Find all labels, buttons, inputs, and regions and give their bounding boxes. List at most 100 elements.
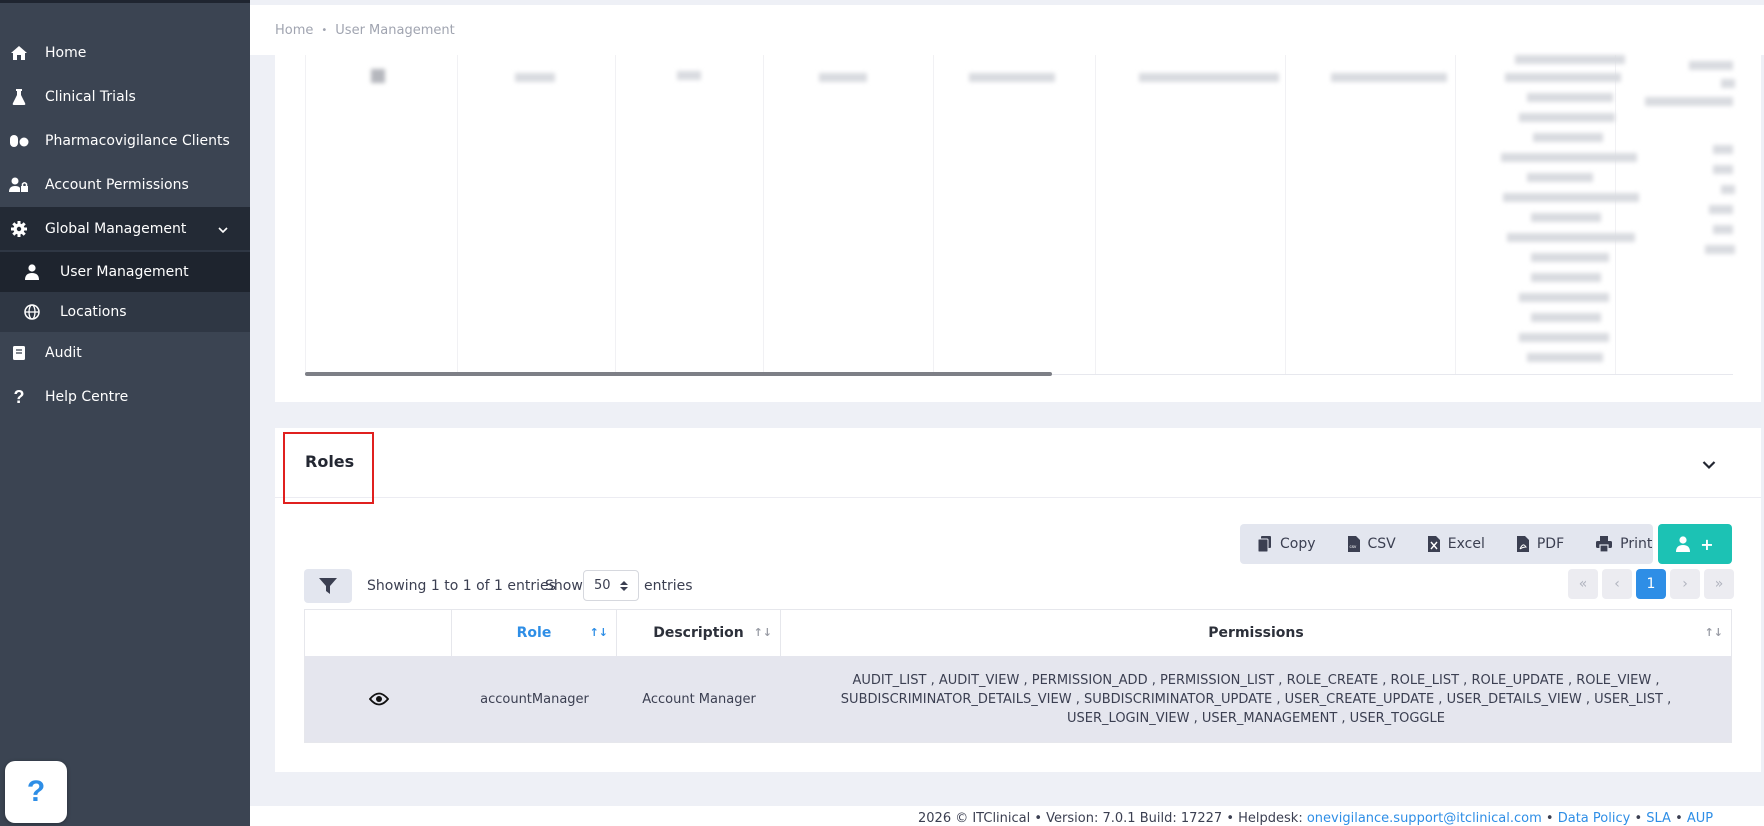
sidebar-item-pharmacovigilance-clients[interactable]: Pharmacovigilance Clients [0,119,250,163]
gear-icon [9,219,29,239]
sidebar-item-home[interactable]: Home [0,31,250,75]
sla-link[interactable]: SLA [1646,811,1671,826]
page-size-select[interactable]: 50 [583,570,639,601]
column-header-label: Role [516,625,552,641]
table-row: accountManager Account Manager AUDIT_LIS… [305,656,1731,742]
sort-icon: ↑↓ [589,626,608,639]
footer-text: 2026 © ITClinical • Version: 7.0.1 Build… [918,811,1713,826]
svg-text:csv: csv [1349,544,1357,549]
blurred-table [305,55,1735,375]
table-info: Showing 1 to 1 of 1 entries [367,578,556,594]
filter-button[interactable] [304,569,352,603]
footer: 2026 © ITClinical • Version: 7.0.1 Build… [250,806,1764,826]
breadcrumb-home[interactable]: Home [275,23,313,38]
sidebar-item-label: Account Permissions [45,177,189,193]
pdf-button[interactable]: PDF [1499,524,1578,564]
roles-card: Roles Copy csv CSV Excel PDF Print + Sho… [275,428,1761,772]
page-size-value: 50 [594,578,611,593]
sidebar-item-label: Global Management [45,221,187,237]
column-header-role[interactable]: Role ↑↓ [452,610,617,656]
role-cell: accountManager [480,691,589,707]
sidebar-item-label: Clinical Trials [45,89,136,105]
description-cell: Account Manager [642,691,756,707]
csv-button[interactable]: csv CSV [1330,524,1410,564]
question-icon: ? [13,386,25,407]
print-icon [1596,536,1613,552]
sort-icon: ↑↓ [1704,626,1723,639]
pdf-label: PDF [1536,536,1565,552]
sort-icon: ↑↓ [753,626,772,639]
sidebar-item-locations[interactable]: Locations [0,292,250,332]
column-header-permissions[interactable]: Permissions ↑↓ [781,610,1731,656]
submenu-global-management: User Management Locations [0,250,250,332]
pagination-prev-icon: ‹ [1614,576,1620,592]
user-icon [1676,536,1691,552]
entries-label: entries [644,578,693,594]
add-label: + [1700,534,1714,554]
sidebar-item-audit[interactable]: Audit [0,331,250,375]
flask-icon [9,87,29,107]
breadcrumb-separator: • [321,24,328,36]
pdf-file-icon [1516,536,1529,552]
chevron-down-icon [218,222,228,238]
copy-label: Copy [1280,536,1316,552]
pagination-page-label: 1 [1646,576,1656,592]
print-button[interactable]: Print [1578,524,1666,564]
export-toolbar: Copy csv CSV Excel PDF Print [1240,524,1653,564]
pagination-first[interactable]: « [1568,569,1598,599]
sidebar-item-label: Home [45,45,87,61]
horizontal-scrollbar[interactable] [305,372,1052,376]
show-label: Show [545,578,583,594]
excel-file-icon [1427,536,1440,552]
print-label: Print [1620,536,1653,552]
excel-button[interactable]: Excel [1410,524,1499,564]
pills-icon [9,131,29,151]
pagination-last-icon: » [1714,576,1724,592]
sidebar-item-help-centre[interactable]: ? Help Centre [0,375,250,419]
helpdesk-email-link[interactable]: onevigilance.support@itclinical.com [1307,811,1542,826]
copy-icon [1258,536,1271,552]
csv-label: CSV [1367,536,1396,552]
users-table-card [275,55,1761,402]
sidebar-topbar [0,0,250,3]
filter-icon [319,578,337,594]
sidebar-item-clinical-trials[interactable]: Clinical Trials [0,75,250,119]
sidebar: Home Clinical Trials Pharmacovigilance C… [0,0,250,826]
column-header-description[interactable]: Description ↑↓ [617,610,781,656]
csv-file-icon: csv [1347,536,1360,552]
aup-link[interactable]: AUP [1687,811,1713,826]
pagination-next[interactable]: › [1670,569,1700,599]
excel-label: Excel [1447,536,1485,552]
sidebar-item-label: User Management [60,264,189,280]
sidebar-item-user-management[interactable]: User Management [0,252,250,292]
footer-separator: • [1634,811,1643,826]
sidebar-item-global-management[interactable]: Global Management [0,207,250,251]
pagination-prev[interactable]: ‹ [1602,569,1632,599]
help-question-icon: ? [26,775,46,808]
help-button[interactable]: ? [5,761,67,823]
footer-separator: • [1675,811,1683,826]
view-action-cell [305,656,452,742]
globe-icon [22,302,42,322]
eye-icon[interactable] [368,692,389,706]
chevron-down-icon[interactable] [1702,455,1716,474]
add-role-button[interactable]: + [1658,524,1732,564]
permissions-cell: AUDIT_LIST , AUDIT_VIEW , PERMISSION_ADD… [840,672,1672,726]
roles-title: Roles [305,452,355,471]
copy-button[interactable]: Copy [1240,524,1330,564]
breadcrumb: Home • User Management [250,5,1764,55]
data-policy-link[interactable]: Data Policy [1558,811,1631,826]
sidebar-item-account-permissions[interactable]: Account Permissions [0,163,250,207]
pagination-last[interactable]: » [1704,569,1734,599]
sidebar-item-label: Audit [45,345,82,361]
roles-table: Role ↑↓ Description ↑↓ Permissions ↑↓ ac… [304,609,1732,743]
user-lock-icon [9,175,29,195]
home-icon [9,43,29,63]
pagination-next-icon: › [1682,576,1688,592]
user-icon [22,262,42,282]
roles-header[interactable]: Roles [275,428,1761,504]
column-header-label: Description [653,625,744,641]
pagination-page-1[interactable]: 1 [1636,569,1666,599]
pagination-first-icon: « [1578,576,1588,592]
sidebar-item-label: Pharmacovigilance Clients [45,133,230,149]
